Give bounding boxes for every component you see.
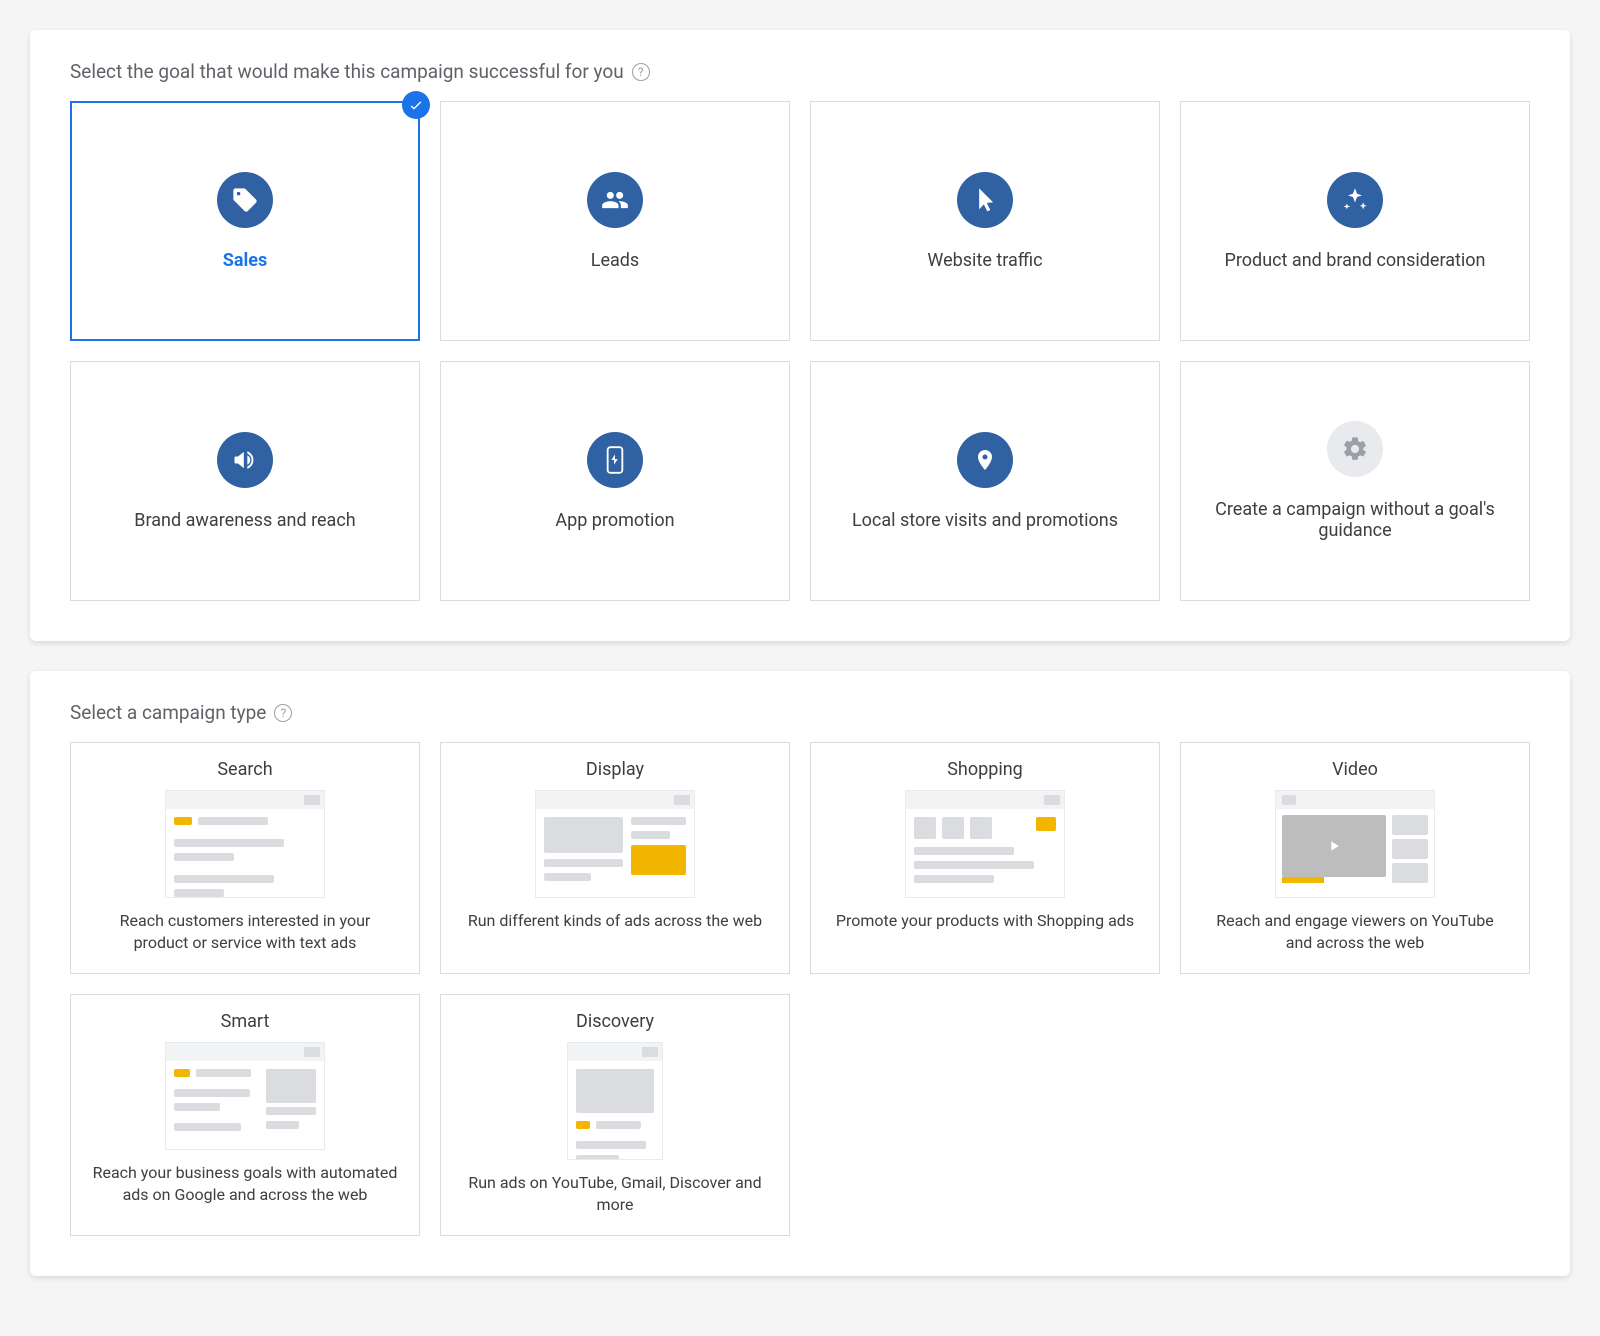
goal-label: Website traffic [927,250,1042,271]
goal-card-website-traffic[interactable]: Website traffic [810,101,1160,341]
smart-thumb-icon [165,1042,325,1150]
type-card-discovery[interactable]: Discovery Run ads on YouTube, Gmail, Dis… [440,994,790,1236]
goals-panel: Select the goal that would make this cam… [30,30,1570,641]
phone-icon [587,432,643,488]
type-title: Video [1332,759,1378,780]
tag-icon [217,172,273,228]
goal-card-brand-awareness[interactable]: Brand awareness and reach [70,361,420,601]
gear-icon [1327,421,1383,477]
types-panel: Select a campaign type ? Search [30,671,1570,1276]
type-card-video[interactable]: Video [1180,742,1530,974]
goals-grid: Sales Leads Website traffic Product and … [70,101,1530,601]
cursor-icon [957,172,1013,228]
megaphone-icon [217,432,273,488]
goal-card-local-store[interactable]: Local store visits and promotions [810,361,1160,601]
shopping-thumb-icon [905,790,1065,898]
goal-label: Leads [591,250,639,271]
types-heading-row: Select a campaign type ? [70,701,1530,724]
goal-label: Product and brand consideration [1225,250,1486,271]
type-desc: Reach your business goals with automated… [91,1162,399,1205]
goal-card-leads[interactable]: Leads [440,101,790,341]
goal-label: Brand awareness and reach [134,510,355,531]
goal-label: Local store visits and promotions [852,510,1118,531]
type-desc: Promote your products with Shopping ads [836,910,1134,932]
people-icon [587,172,643,228]
discovery-thumb-icon [567,1042,663,1160]
type-desc: Reach and engage viewers on YouTube and … [1201,910,1509,953]
pin-icon [957,432,1013,488]
check-icon [402,91,430,119]
video-thumb-icon [1275,790,1435,898]
types-grid: Search Reach customers interested in you… [70,742,1530,1236]
type-title: Search [217,759,272,780]
goal-card-product-brand[interactable]: Product and brand consideration [1180,101,1530,341]
goal-card-no-goal[interactable]: Create a campaign without a goal's guida… [1180,361,1530,601]
type-card-display[interactable]: Display Run different kinds of [440,742,790,974]
help-icon[interactable]: ? [274,704,292,722]
goal-label: App promotion [555,510,674,531]
type-title: Display [586,759,644,780]
type-title: Smart [221,1011,270,1032]
goal-label: Sales [223,250,267,271]
type-desc: Run ads on YouTube, Gmail, Discover and … [461,1172,769,1215]
type-desc: Reach customers interested in your produ… [91,910,399,953]
goal-card-sales[interactable]: Sales [70,101,420,341]
type-title: Shopping [947,759,1023,780]
help-icon[interactable]: ? [632,63,650,81]
search-thumb-icon [165,790,325,898]
type-card-smart[interactable]: Smart [70,994,420,1236]
type-card-shopping[interactable]: Shopping Promote your products wi [810,742,1160,974]
goals-heading-row: Select the goal that would make this cam… [70,60,1530,83]
goal-card-app-promotion[interactable]: App promotion [440,361,790,601]
sparkle-icon [1327,172,1383,228]
display-thumb-icon [535,790,695,898]
goals-heading: Select the goal that would make this cam… [70,60,624,83]
goal-label: Create a campaign without a goal's guida… [1201,499,1509,541]
type-card-search[interactable]: Search Reach customers interested in you… [70,742,420,974]
type-desc: Run different kinds of ads across the we… [468,910,762,932]
type-title: Discovery [576,1011,654,1032]
types-heading: Select a campaign type [70,701,266,724]
